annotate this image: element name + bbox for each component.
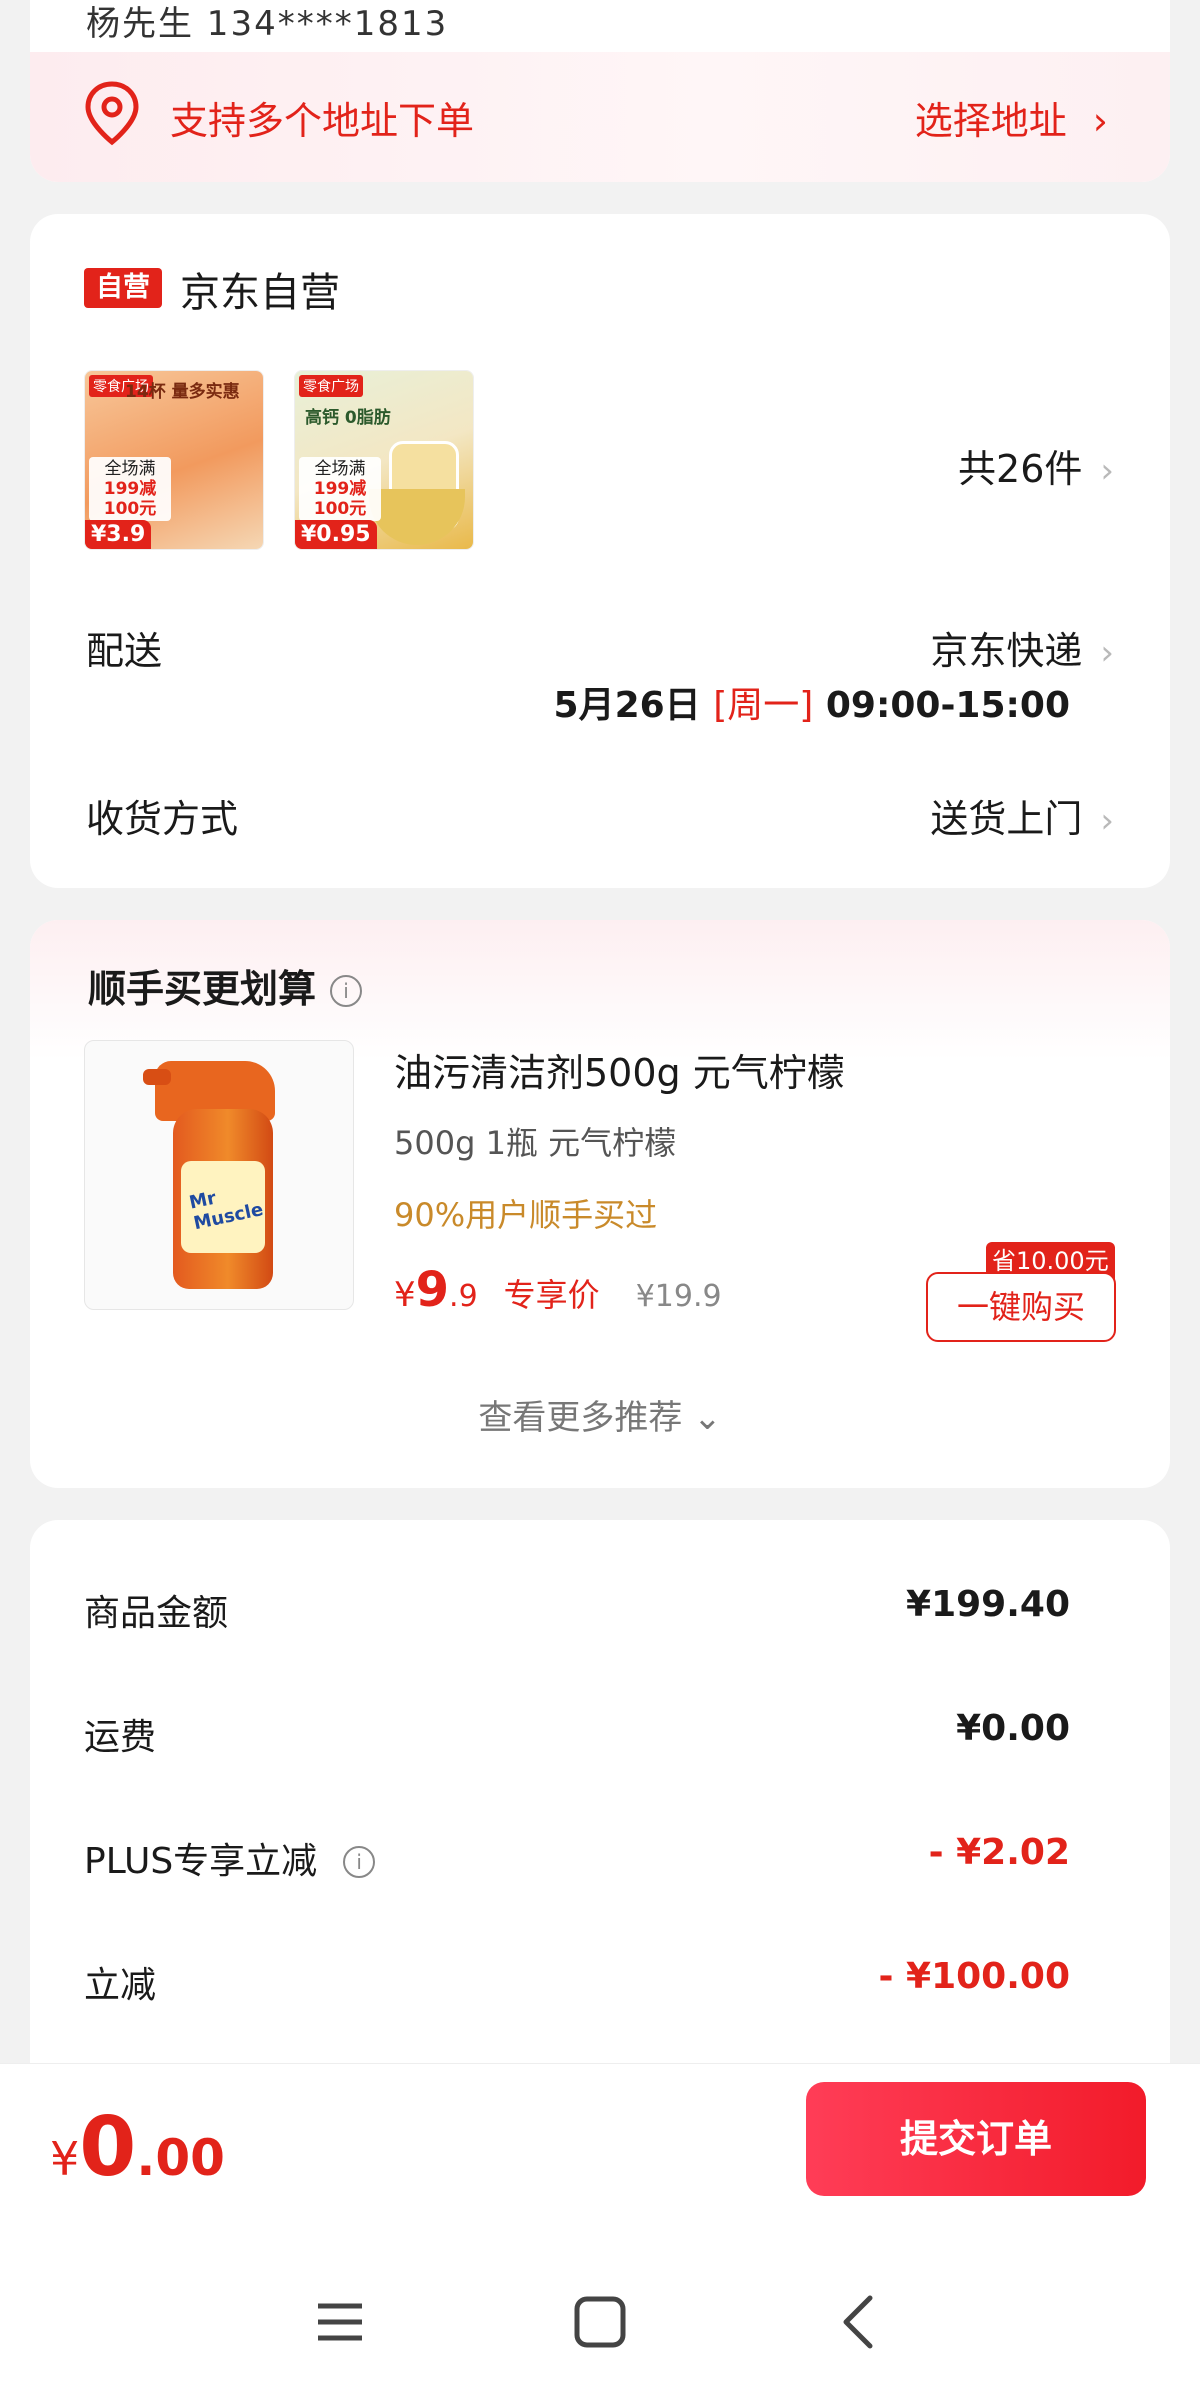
location-pin-icon xyxy=(85,81,139,146)
receive-method-row[interactable]: 收货方式 送货上门 › xyxy=(86,788,1114,843)
menu-icon[interactable] xyxy=(300,2282,380,2362)
goods-amount-row: 商品金额 ¥199.40 xyxy=(84,1584,1070,1636)
checkout-bar: ¥0.00 提交订单 xyxy=(0,2063,1200,2405)
exclusive-price-label: 专享价 xyxy=(503,1276,600,1314)
shipping-fee-row: 运费 ¥0.00 xyxy=(84,1708,1070,1760)
price-breakdown-card: 商品金额 ¥199.40 运费 ¥0.00 PLUS专享立减 i - ¥2.02 … xyxy=(30,1520,1170,2120)
instant-discount-label: 立减 xyxy=(84,1965,157,2006)
thumbnail-headline: 14杯 量多实惠 xyxy=(125,382,240,402)
multi-address-label: 支持多个地址下单 xyxy=(170,99,475,143)
more-recommendations-link[interactable]: 查看更多推荐 ⌄ xyxy=(30,1390,1170,1439)
thumbnail-price: ¥3.9 xyxy=(85,520,152,549)
delivery-weekday: [周一] xyxy=(713,685,814,726)
delivery-time: 5月26日 [周一] 09:00-15:00 xyxy=(554,676,1070,728)
home-icon[interactable] xyxy=(560,2282,640,2362)
recommend-card: 顺手买更划算 i Mr Muscle 油污清洁剂500g 元气柠檬 500g 1瓶… xyxy=(30,920,1170,1488)
goods-amount-label: 商品金额 xyxy=(84,1593,229,1634)
shop-name: 京东自营 xyxy=(180,270,340,316)
chevron-right-icon: › xyxy=(1092,99,1108,143)
shipping-fee-label: 运费 xyxy=(84,1717,157,1758)
product-spec: 500g 1瓶 元气柠檬 xyxy=(394,1124,677,1162)
product-buyers-note: 90%用户顺手买过 xyxy=(394,1196,658,1234)
plus-discount-row: PLUS专享立减 i - ¥2.02 xyxy=(84,1832,1070,1884)
product-image[interactable]: Mr Muscle xyxy=(84,1040,354,1310)
submit-order-button[interactable]: 提交订单 xyxy=(806,2082,1146,2196)
instant-discount-row: 立减 - ¥100.00 xyxy=(84,1956,1070,2008)
address-contact-peek: 杨先生 134****1813 xyxy=(86,4,449,44)
shipping-fee-value: ¥0.00 xyxy=(956,1708,1070,1749)
goods-amount-value: ¥199.40 xyxy=(906,1584,1070,1625)
thumbnail-headline: 高钙 0脂肪 xyxy=(305,408,391,428)
delivery-date: 5月26日 xyxy=(553,685,701,726)
back-icon[interactable] xyxy=(820,2282,900,2362)
chevron-right-icon: › xyxy=(1100,801,1114,841)
multi-address-banner[interactable]: 支持多个地址下单 选择地址 › xyxy=(30,52,1170,182)
chevron-right-icon: › xyxy=(1100,633,1114,673)
thumbnail-price: ¥0.95 xyxy=(295,520,377,549)
shop-card: 自营 京东自营 零食广场 14杯 量多实惠 全场满 199减 100元 ¥3.9… xyxy=(30,214,1170,888)
instant-discount-value: - ¥100.00 xyxy=(878,1956,1070,1997)
delivery-value: 京东快递 xyxy=(930,629,1083,673)
plus-discount-value: - ¥2.02 xyxy=(928,1832,1070,1873)
recommend-title: 顺手买更划算 i xyxy=(88,958,363,1013)
choose-address-link[interactable]: 选择地址 › xyxy=(915,90,1108,145)
receive-method-label: 收货方式 xyxy=(86,797,239,841)
total-price: ¥0.00 xyxy=(50,2100,225,2195)
self-operated-badge: 自营 xyxy=(84,268,162,308)
choose-address-label: 选择地址 xyxy=(914,99,1067,143)
delivery-row[interactable]: 配送 京东快递 › xyxy=(86,620,1114,675)
info-icon[interactable]: i xyxy=(343,1846,376,1878)
chevron-right-icon: › xyxy=(1100,451,1114,491)
product-name[interactable]: 油污清洁剂500g 元气柠檬 xyxy=(394,1042,845,1097)
item-count-row[interactable]: 共26件 › xyxy=(86,438,1114,498)
info-icon[interactable]: i xyxy=(330,975,363,1007)
one-click-buy-button[interactable]: 一键购买 xyxy=(926,1272,1116,1342)
thumbnail-tag: 零食广场 xyxy=(299,375,363,397)
item-count: 共26件 xyxy=(958,447,1083,491)
plus-discount-label: PLUS专享立减 xyxy=(84,1841,318,1882)
delivery-hours: 09:00-15:00 xyxy=(825,685,1070,726)
original-price: ¥19.9 xyxy=(635,1279,722,1314)
receive-method-value: 送货上门 xyxy=(930,797,1083,841)
product-price: ¥9.9 专享价 ¥19.9 xyxy=(394,1262,722,1318)
address-card[interactable]: 杨先生 134****1813 支持多个地址下单 选择地址 › xyxy=(30,0,1170,182)
delivery-label: 配送 xyxy=(86,629,163,673)
